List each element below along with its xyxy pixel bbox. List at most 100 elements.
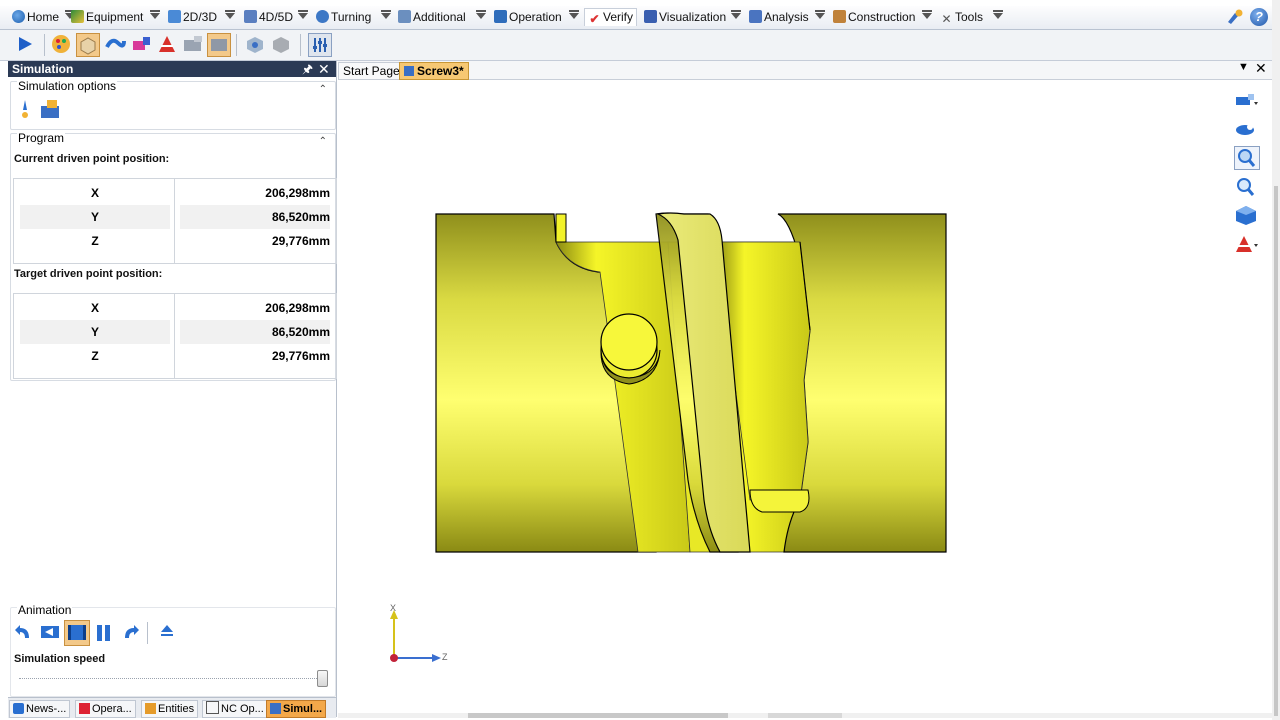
document-menu-icon[interactable]: ▼ (1238, 61, 1249, 73)
pause-button[interactable] (93, 622, 115, 644)
menu-operation[interactable]: Operation (494, 9, 562, 26)
menu-operation-dropdown[interactable] (569, 10, 579, 19)
simulation-panel-header: Simulation 🖈 ✕ (8, 61, 336, 77)
construction-icon (833, 10, 846, 23)
horizontal-scrollbar-thumb[interactable] (468, 713, 728, 718)
play-simulation-button[interactable] (14, 33, 36, 55)
entities-icon (145, 703, 156, 714)
tab-nc-operations[interactable]: NC Op... (202, 700, 268, 718)
axis-z-label: Z (442, 652, 448, 662)
additional-icon (398, 10, 411, 23)
stock-model-button[interactable] (76, 33, 100, 57)
part-model (435, 212, 947, 553)
tab-screw3[interactable]: Screw3* (399, 62, 469, 80)
current-z-value: 29,776mm (271, 234, 330, 248)
help-icon[interactable]: ? (1250, 8, 1268, 26)
document-icon (404, 66, 414, 76)
section-view-icon[interactable] (1234, 234, 1258, 256)
current-position-label: Current driven point position: (14, 153, 170, 165)
menu-turning-dropdown[interactable] (381, 10, 391, 19)
cone-button[interactable] (156, 33, 178, 55)
simulation-options-title: Simulation options (17, 79, 118, 93)
rewind-button[interactable] (13, 622, 35, 644)
menu-tools-dropdown[interactable] (993, 10, 1003, 19)
animation-separator (147, 622, 148, 644)
compare-model-button[interactable] (270, 33, 292, 55)
axis-x-label: X (390, 603, 397, 613)
simulation-panel: Simulation 🖈 ✕ Simulation options ⌃ Prog… (8, 61, 342, 717)
tab-operations[interactable]: Opera... (75, 700, 136, 718)
verify-toolbar (0, 30, 1272, 61)
step-forward-button[interactable] (121, 622, 143, 644)
menu-visualization[interactable]: Visualization (644, 9, 726, 26)
menu-analysis-dropdown[interactable] (815, 10, 825, 19)
tab-start-page[interactable]: Start Page (338, 62, 405, 80)
equipment-icon (71, 10, 84, 23)
machine-view-button[interactable] (182, 33, 204, 55)
view-tool-button[interactable] (1234, 118, 1258, 140)
menu-visualization-dropdown[interactable] (731, 10, 741, 19)
target-z-value: 29,776mm (271, 349, 330, 363)
step-back-button[interactable] (39, 622, 61, 644)
tab-entities[interactable]: Entities (141, 700, 199, 718)
menu-2d3d[interactable]: 2D/3D (168, 9, 217, 26)
material-palette-button[interactable] (50, 33, 72, 55)
current-y-value: 86,520mm (180, 205, 330, 229)
driven-point-icon[interactable] (17, 98, 33, 120)
target-y-axis: Y (20, 320, 170, 344)
current-y-axis: Y (20, 205, 170, 229)
program-title: Program (17, 131, 66, 145)
axis-triad: X Z (386, 603, 456, 665)
menu-additional[interactable]: Additional (398, 9, 466, 26)
target-x-value: 206,298mm (265, 301, 330, 315)
verify-icon: ✔ (589, 12, 600, 26)
target-y-value: 86,520mm (180, 320, 330, 344)
menu-2d3d-dropdown[interactable] (225, 10, 235, 19)
tab-simulation[interactable]: Simul... (266, 700, 327, 718)
news-icon (13, 703, 24, 714)
menu-analysis[interactable]: Analysis (749, 9, 809, 26)
vertical-scrollbar-thumb[interactable] (1274, 186, 1278, 716)
speed-slider-track[interactable] (19, 678, 325, 681)
menu-construction-dropdown[interactable] (922, 10, 932, 19)
view-orientation-button[interactable] (1234, 90, 1258, 112)
menu-equipment-dropdown[interactable] (150, 10, 160, 19)
analysis-icon (749, 10, 762, 23)
machine-housing-button[interactable] (207, 33, 231, 57)
zoom-window-button[interactable] (1234, 146, 1260, 170)
menu-additional-dropdown[interactable] (476, 10, 486, 19)
document-close-icon[interactable]: ✕ (1255, 60, 1267, 77)
horizontal-scrollbar[interactable] (338, 713, 1272, 718)
menu-turning[interactable]: Turning (316, 9, 371, 26)
tab-news[interactable]: News-... (9, 700, 71, 718)
target-x-axis: X (90, 301, 99, 315)
menu-equipment[interactable]: Equipment (71, 9, 143, 26)
user-settings-icon[interactable] (1225, 8, 1245, 26)
play-animation-button[interactable] (64, 620, 90, 646)
simulation-machine-icon[interactable] (39, 98, 63, 120)
tool-holder-button[interactable] (130, 33, 152, 55)
speed-slider-thumb[interactable] (317, 670, 328, 687)
close-icon[interactable]: ✕ (318, 61, 330, 77)
eject-icon[interactable] (159, 622, 175, 640)
tool-path-button[interactable] (104, 33, 126, 55)
pin-icon[interactable]: 🖈 (302, 61, 313, 77)
4d5d-icon (244, 10, 257, 23)
collision-check-button[interactable] (244, 33, 266, 55)
collapse-program-icon[interactable]: ⌃ (319, 136, 327, 147)
zoom-icon[interactable] (1234, 176, 1258, 198)
collapse-options-icon[interactable]: ⌃ (319, 84, 327, 95)
menu-construction[interactable]: Construction (833, 9, 915, 26)
visualization-icon (644, 10, 657, 23)
animation-section: Animation Simulation speed (10, 603, 336, 697)
simulation-options-section: Simulation options ⌃ (10, 79, 336, 130)
simulation-settings-button[interactable] (308, 33, 332, 57)
table-divider (174, 179, 175, 263)
menu-home[interactable]: Home (12, 9, 59, 26)
menu-4d5d[interactable]: 4D/5D (244, 9, 293, 26)
view-cube-icon[interactable] (1234, 204, 1258, 226)
3d-viewport[interactable]: X Z (338, 80, 1272, 716)
menu-verify[interactable]: ✔ Verify (584, 8, 638, 26)
menu-4d5d-dropdown[interactable] (298, 10, 308, 19)
menu-tools[interactable]: ✕ Tools (940, 9, 983, 26)
